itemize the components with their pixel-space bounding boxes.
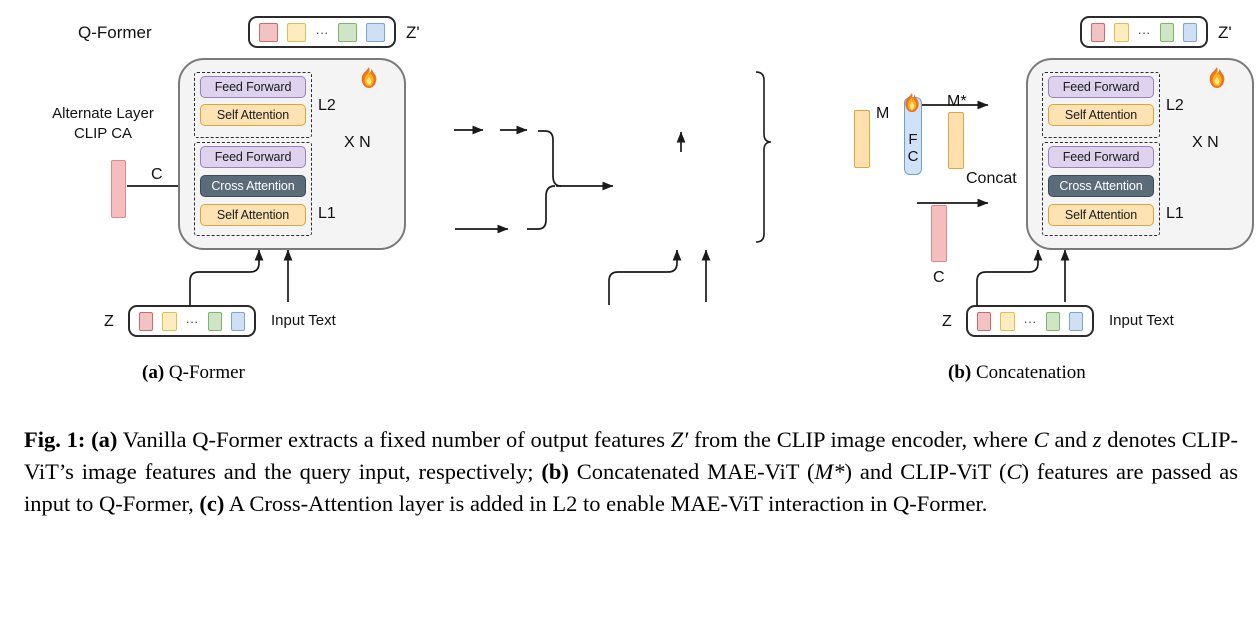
panel-a-input-text-label: Input Text [271,312,336,329]
caption-symbol-m-star: M* [814,458,845,484]
figure-root: Q-Former Alternate Layer CLIP CA ··· Z' … [0,0,1260,629]
panel-a-subcaption-text: Q-Former [168,362,245,383]
caption-figure-label: Fig. 1: [24,427,86,452]
panel-a-clip-feature-bar [111,160,126,218]
panel-a-title: Q-Former [78,23,152,42]
caption-tag-b: (b) [541,458,569,484]
panel-a-l1-label: L1 [318,205,336,222]
panel-a-subcaption: (a) Q-Former [142,362,245,384]
panel-a-l2-self-attention[interactable]: Self Attention [200,104,306,126]
token-green [338,22,357,42]
panel-a-c-label: C [151,166,163,183]
caption-text-a2: from the CLIP image encoder, where [688,427,1034,452]
caption-symbol-c2: C [1006,458,1022,484]
panel-a-repeat-label: X N [344,134,371,151]
panel-a-subcaption-tag: (a) [142,362,165,383]
panel-b: ··· Z' M F C M* C Concat Feed Forward Se… [420,0,1254,400]
token-blue [366,22,385,42]
panel-a-l1-cross-attention[interactable]: Cross Attention [200,175,306,197]
caption-text-a1: Vanilla Q-Former extracts a fixed number… [117,427,671,452]
token-yellow [162,311,177,331]
panel-a-l1-feed-forward[interactable]: Feed Forward [200,146,306,168]
token-blue [230,311,245,331]
panel-a-l1-self-attention[interactable]: Self Attention [200,204,306,226]
panel-a-flame-icon [361,67,377,89]
panel-a-output-tokens: ··· [248,16,396,48]
panel-a-input-tokens: ··· [128,305,256,337]
panel-c: Add MAE CA for other alternate layers ··… [840,0,1260,400]
panel-a-z-label: Z [104,313,114,330]
figure-caption: Fig. 1: (a) Vanilla Q-Former extracts a … [24,424,1238,520]
caption-text-b2: ) and CLIP-ViT ( [844,458,1007,484]
token-ellipsis: ··· [315,24,329,40]
panel-a-side-note-line2: CLIP CA [73,125,133,142]
token-red [259,22,278,42]
caption-text-a3: and [1048,427,1093,452]
panel-a: Q-Former Alternate Layer CLIP CA ··· Z' … [0,0,420,400]
panel-a-z-prime-label: Z' [406,23,420,42]
caption-text-b1: Concatenated MAE-ViT ( [568,458,815,484]
panel-a-l2-label: L2 [318,97,336,114]
panel-a-side-note-line1: Alternate Layer [52,105,154,122]
caption-z-prime: Z′ [670,427,689,452]
caption-tag-c: (c) [199,490,225,516]
caption-symbol-c: C [1033,427,1049,452]
token-ellipsis: ··· [185,313,199,329]
caption-text-c1: A Cross-Attention layer is added in L2 t… [224,490,988,516]
token-yellow [287,22,306,42]
token-red [139,311,154,331]
panel-a-l2-feed-forward[interactable]: Feed Forward [200,76,306,98]
caption-tag-a: (a) [91,427,118,452]
token-green [207,311,222,331]
